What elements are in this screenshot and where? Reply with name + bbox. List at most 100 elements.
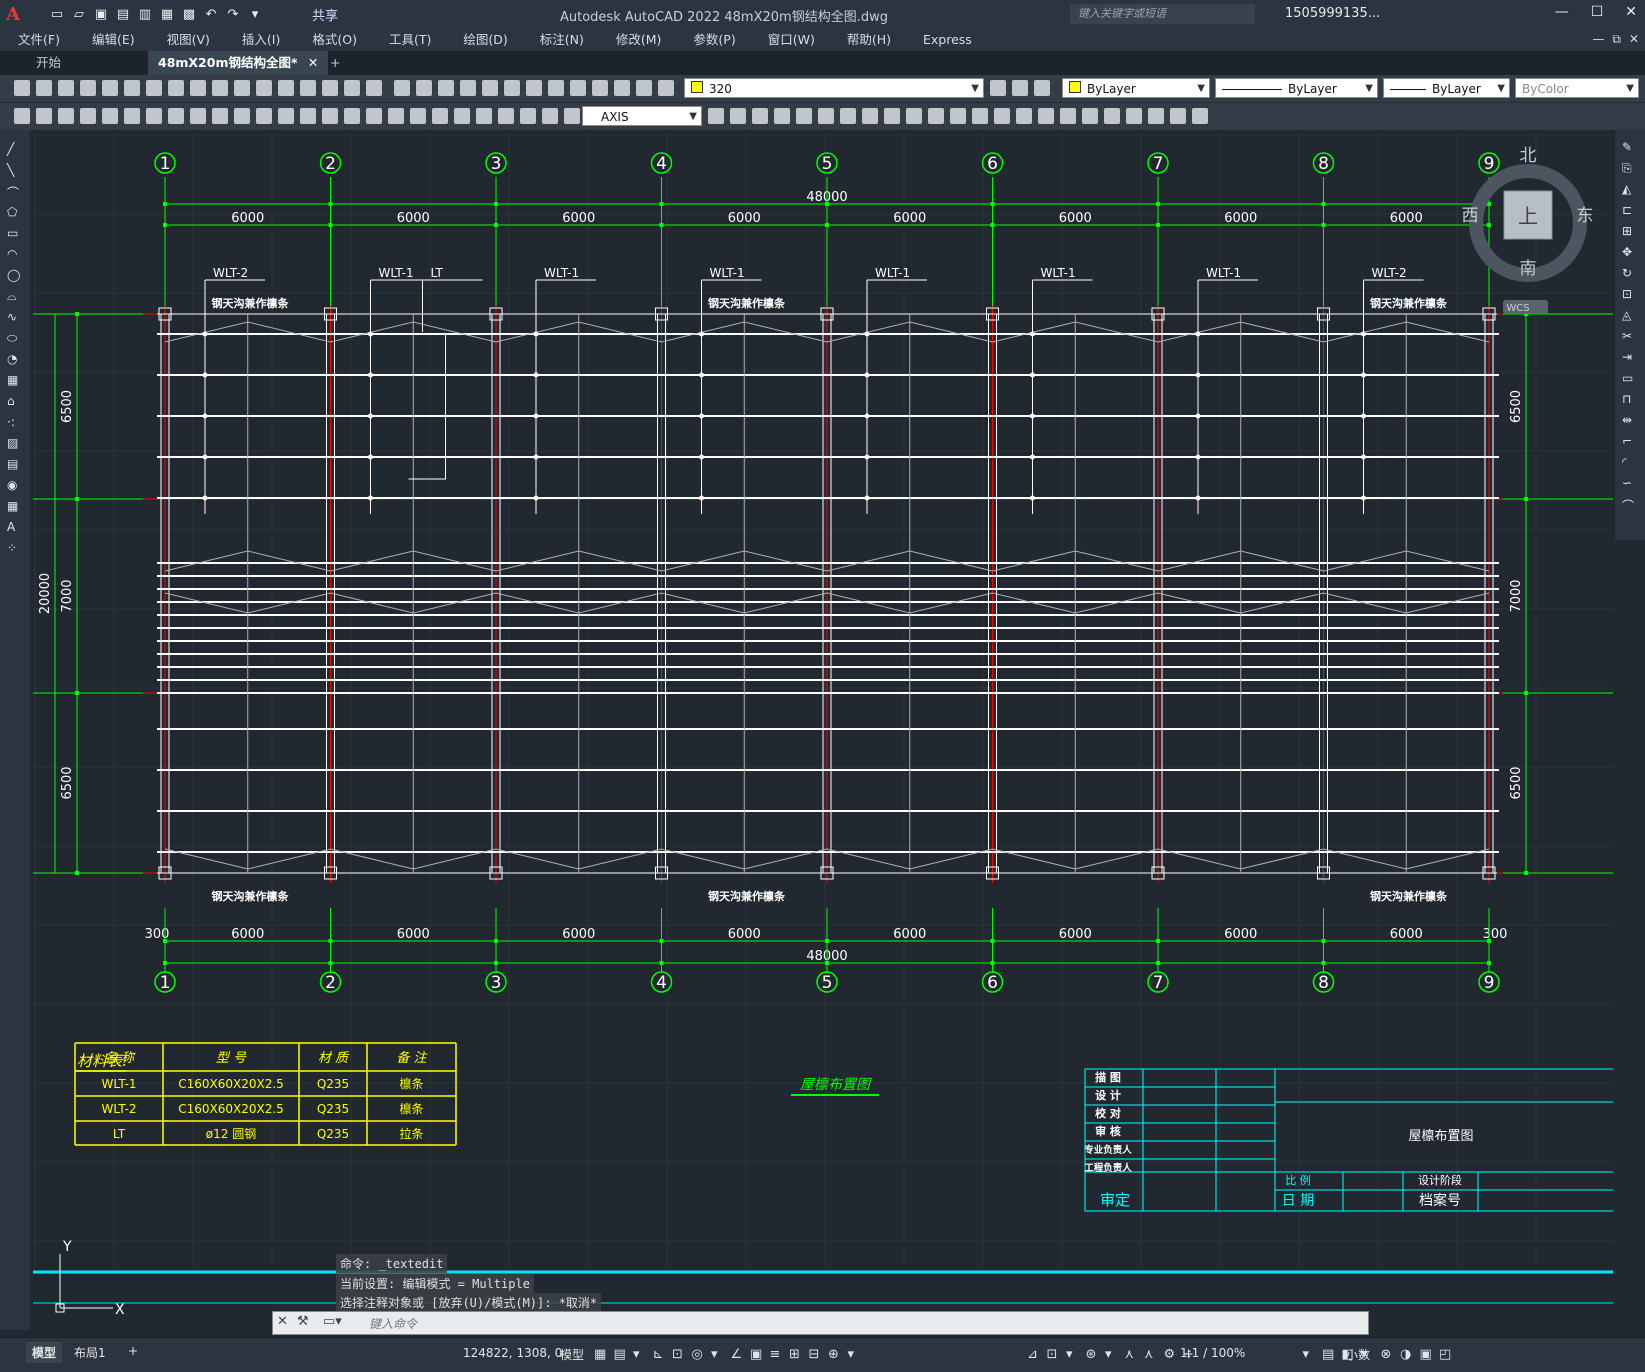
- status-toggle-icon[interactable]: ⊡: [672, 1347, 688, 1363]
- toolbar-tool-icon[interactable]: [928, 108, 944, 124]
- drawing-canvas[interactable]: 480006000 6000 6000 6000 6000 6000 6000 6000600…: [33, 131, 1613, 1331]
- status-toggle-icon[interactable]: ⊞: [789, 1347, 805, 1363]
- toolbar-tool-icon[interactable]: [520, 108, 536, 124]
- status-toggle-icon[interactable]: ▾: [1303, 1347, 1319, 1363]
- menu-item-5[interactable]: 工具(T): [371, 29, 445, 51]
- toolbar-tool-icon[interactable]: [234, 108, 250, 124]
- toolbar-tool-icon[interactable]: [124, 80, 140, 96]
- draw-tool-icon[interactable]: ◯: [7, 268, 23, 282]
- toolbar-tool-icon[interactable]: [994, 108, 1010, 124]
- modify-tool-icon[interactable]: ⌒: [1622, 497, 1638, 513]
- layer-dropdown[interactable]: 320 ▼: [684, 78, 984, 98]
- menu-item-2[interactable]: 视图(V): [149, 29, 224, 51]
- tab-layout1[interactable]: 布局1: [74, 1344, 106, 1361]
- status-toggle-icon[interactable]: ≡: [770, 1347, 786, 1363]
- status-toggle-icon[interactable]: ⊡: [1047, 1347, 1063, 1363]
- new-icon[interactable]: ▭: [48, 5, 66, 23]
- open-icon[interactable]: ▱: [70, 5, 88, 23]
- toolbar-tool-icon[interactable]: [526, 80, 542, 96]
- toolbar-tool-icon[interactable]: [658, 80, 674, 96]
- maximize-icon[interactable]: ☐: [1591, 4, 1604, 20]
- lineweight-dropdown[interactable]: ByLayer ▼: [1383, 78, 1510, 98]
- modify-tool-icon[interactable]: ⎘: [1622, 161, 1638, 175]
- linetype-dropdown[interactable]: ByLayer ▼: [1215, 78, 1378, 98]
- toolbar-tool-icon[interactable]: [818, 108, 834, 124]
- wrench-icon[interactable]: ⚒: [297, 1314, 309, 1329]
- toolbar-tool-icon[interactable]: [322, 108, 338, 124]
- toolbar-tool-icon[interactable]: [212, 80, 228, 96]
- toolbar-tool-icon[interactable]: [592, 80, 608, 96]
- status-toggle-icon[interactable]: ▤: [1322, 1347, 1338, 1363]
- draw-tool-icon[interactable]: ⌒: [7, 184, 23, 200]
- status-toggle-icon[interactable]: ⋏: [1144, 1347, 1160, 1363]
- menu-item-1[interactable]: 编辑(E): [74, 29, 149, 51]
- toolbar-tool-icon[interactable]: [234, 80, 250, 96]
- toolbar-tool-icon[interactable]: [410, 108, 426, 124]
- color-dropdown[interactable]: ByLayer ▼: [1062, 78, 1210, 98]
- add-tab-button[interactable]: +: [330, 51, 340, 75]
- tab-drawing[interactable]: 48mX20m钢结构全图* ✕: [148, 51, 329, 75]
- toolbar-tool-icon[interactable]: [80, 80, 96, 96]
- toolbar-tool-icon[interactable]: [322, 80, 338, 96]
- add-layout-button[interactable]: +: [128, 1344, 138, 1358]
- tab-model[interactable]: 模型: [26, 1342, 63, 1363]
- status-toggle-icon[interactable]: ⊗: [1381, 1347, 1397, 1363]
- toolbar-tool-icon[interactable]: [1012, 80, 1028, 96]
- doc-close-icon[interactable]: ✕: [1629, 32, 1639, 47]
- status-toggle-icon[interactable]: ◑: [1400, 1347, 1416, 1363]
- menu-item-0[interactable]: 文件(F): [0, 29, 74, 51]
- draw-tool-icon[interactable]: ◉: [7, 478, 23, 492]
- toolbar-tool-icon[interactable]: [1082, 108, 1098, 124]
- command-input[interactable]: 键入命令: [369, 1315, 417, 1332]
- export-icon[interactable]: ▦: [158, 5, 176, 23]
- viewcube[interactable]: 上 北 南 东 西 WCS: [1462, 146, 1594, 314]
- draw-tool-icon[interactable]: ◔: [7, 352, 23, 366]
- toolbar-tool-icon[interactable]: [190, 108, 206, 124]
- toolbar-tool-icon[interactable]: [102, 80, 118, 96]
- toolbar-tool-icon[interactable]: [840, 108, 856, 124]
- toolbar-tool-icon[interactable]: [460, 80, 476, 96]
- draw-tool-icon[interactable]: ⌂: [7, 394, 23, 408]
- plot-icon[interactable]: ▩: [180, 5, 198, 23]
- toolbar-tool-icon[interactable]: [146, 80, 162, 96]
- toolbar-tool-icon[interactable]: [1104, 108, 1120, 124]
- modify-tool-icon[interactable]: ✎: [1622, 140, 1638, 154]
- toolbar-tool-icon[interactable]: [1038, 108, 1054, 124]
- toolbar-tool-icon[interactable]: [1192, 108, 1208, 124]
- draw-tool-icon[interactable]: ⬭: [7, 331, 23, 345]
- menu-item-4[interactable]: 格式(O): [294, 29, 371, 51]
- doc-restore-icon[interactable]: ⧉: [1612, 32, 1621, 47]
- menu-item-11[interactable]: 帮助(H): [829, 29, 905, 51]
- status-toggle-icon[interactable]: ⊿: [1027, 1347, 1043, 1363]
- modify-tool-icon[interactable]: ⌐: [1622, 434, 1638, 448]
- menu-item-3[interactable]: 插入(I): [224, 29, 294, 51]
- status-toggle-icon[interactable]: ⊛: [1086, 1347, 1102, 1363]
- toolbar-tool-icon[interactable]: [344, 80, 360, 96]
- toolbar-tool-icon[interactable]: [548, 80, 564, 96]
- modify-tool-icon[interactable]: ⊓: [1622, 392, 1638, 406]
- modify-tool-icon[interactable]: ∽: [1622, 476, 1638, 490]
- draw-tool-icon[interactable]: ⬠: [7, 205, 23, 219]
- status-toggle-icon[interactable]: ⚙: [1164, 1347, 1180, 1363]
- toolbar-tool-icon[interactable]: [256, 108, 272, 124]
- draw-tool-icon[interactable]: ⁘: [7, 541, 23, 555]
- draw-tool-icon[interactable]: ▦: [7, 373, 23, 387]
- modify-tool-icon[interactable]: ◜: [1622, 455, 1638, 469]
- model-space-toggle[interactable]: 模型: [560, 1346, 584, 1363]
- status-toggle-icon[interactable]: ▣: [1420, 1347, 1436, 1363]
- toolbar-tool-icon[interactable]: [344, 108, 360, 124]
- status-toggle-icon[interactable]: ▣: [750, 1347, 766, 1363]
- share-button[interactable]: 共享: [312, 5, 338, 24]
- modify-tool-icon[interactable]: ⊞: [1622, 224, 1638, 238]
- close-icon[interactable]: ✕: [277, 1314, 288, 1329]
- tab-start[interactable]: 开始: [36, 51, 61, 75]
- toolbar-tool-icon[interactable]: [990, 80, 1006, 96]
- toolbar-tool-icon[interactable]: [124, 108, 140, 124]
- draw-tool-icon[interactable]: ⌓: [7, 289, 23, 303]
- saveas-icon[interactable]: ▤: [114, 5, 132, 23]
- user-account[interactable]: 1505999135...: [1285, 6, 1380, 21]
- menu-item-6[interactable]: 绘图(D): [445, 29, 521, 51]
- menu-item-7[interactable]: 标注(N): [522, 29, 598, 51]
- toolbar-tool-icon[interactable]: [58, 80, 74, 96]
- qat-dropdown-icon[interactable]: ▾: [246, 5, 264, 23]
